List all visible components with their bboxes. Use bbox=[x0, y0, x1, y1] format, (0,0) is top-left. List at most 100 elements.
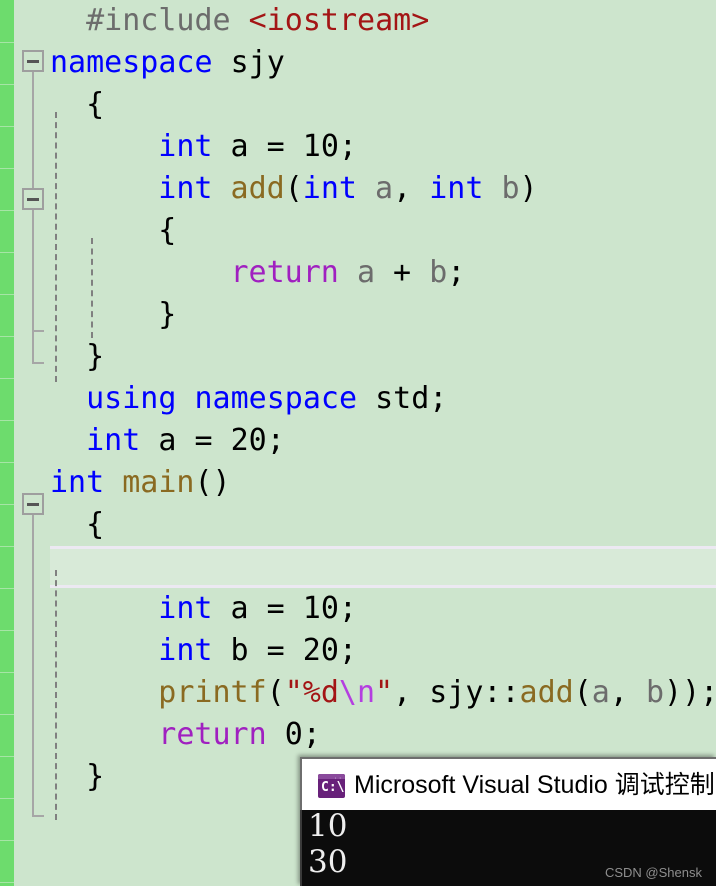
change-bar-seam bbox=[0, 252, 14, 253]
code-line[interactable]: int a = 20; bbox=[0, 420, 716, 462]
fold-gutter[interactable] bbox=[14, 0, 50, 886]
code-token: 0 bbox=[285, 717, 303, 752]
fold-rail-add-foot bbox=[32, 330, 44, 332]
code-token: , bbox=[610, 675, 646, 710]
code-token bbox=[357, 381, 375, 416]
code-token: 10 bbox=[303, 129, 339, 164]
change-bar-seam bbox=[0, 798, 14, 799]
code-token: return bbox=[158, 717, 266, 752]
code-line[interactable]: printf("%d\n", sjy::add(a, b)); bbox=[0, 672, 716, 714]
console-icon-glyph: C:\ bbox=[321, 779, 344, 797]
code-line[interactable]: #include <iostream> bbox=[0, 0, 716, 42]
fold-rail-main-foot bbox=[32, 815, 44, 817]
indent-guide-namespace bbox=[55, 112, 57, 382]
code-token bbox=[483, 171, 501, 206]
code-token: () bbox=[195, 465, 231, 500]
code-token: ( bbox=[285, 171, 303, 206]
code-token: " bbox=[285, 675, 303, 710]
code-line[interactable]: namespace sjy bbox=[0, 42, 716, 84]
code-token: ( bbox=[267, 675, 285, 710]
code-editor-surface[interactable]: #include <iostream>namespace sjy{int a =… bbox=[0, 0, 716, 886]
fold-namespace-sjy[interactable] bbox=[22, 50, 44, 72]
change-bar-seam bbox=[0, 840, 14, 841]
change-bar-seam bbox=[0, 588, 14, 589]
fold-function-add[interactable] bbox=[22, 188, 44, 210]
code-line[interactable]: } bbox=[0, 294, 716, 336]
code-token: } bbox=[86, 339, 104, 374]
code-token: sjy bbox=[231, 45, 285, 80]
code-token: int bbox=[158, 171, 212, 206]
visual-studio-screenshot: #include <iostream>namespace sjy{int a =… bbox=[0, 0, 716, 886]
code-token: using bbox=[86, 381, 176, 416]
code-token: 10 bbox=[303, 591, 339, 626]
code-line[interactable]: } bbox=[0, 336, 716, 378]
code-token: #include bbox=[86, 3, 249, 38]
indent-guide-add-body bbox=[91, 238, 93, 338]
code-token: } bbox=[86, 759, 104, 794]
code-token: return bbox=[231, 255, 339, 290]
change-bar-seam bbox=[0, 294, 14, 295]
fold-function-main[interactable] bbox=[22, 493, 44, 515]
code-token: { bbox=[86, 87, 104, 122]
fold-rail-main bbox=[32, 515, 34, 815]
code-token: ; bbox=[339, 591, 357, 626]
code-line[interactable]: { bbox=[0, 504, 716, 546]
code-line[interactable]: using namespace std; bbox=[0, 378, 716, 420]
code-token: printf bbox=[158, 675, 266, 710]
change-bar-seam bbox=[0, 546, 14, 547]
change-bar-seam bbox=[0, 504, 14, 505]
change-bar-seam bbox=[0, 420, 14, 421]
code-line[interactable]: int b = 20; bbox=[0, 630, 716, 672]
code-line[interactable]: { bbox=[0, 210, 716, 252]
code-token bbox=[212, 171, 230, 206]
code-token: b bbox=[501, 171, 519, 206]
code-token: , bbox=[393, 675, 429, 710]
code-token bbox=[213, 45, 231, 80]
code-token: 20 bbox=[231, 423, 267, 458]
code-token: sjy bbox=[429, 675, 483, 710]
console-title: Microsoft Visual Studio 调试控制台 bbox=[354, 769, 716, 801]
code-token: a bbox=[592, 675, 610, 710]
fold-rail-add bbox=[32, 210, 34, 330]
change-bar-seam bbox=[0, 882, 14, 883]
code-token: a = bbox=[212, 591, 302, 626]
code-token: namespace bbox=[194, 381, 357, 416]
code-token: int bbox=[50, 465, 104, 500]
change-bar-seam bbox=[0, 756, 14, 757]
code-token: int bbox=[303, 171, 357, 206]
change-bar-seam bbox=[0, 84, 14, 85]
change-indicator-bar bbox=[0, 0, 14, 886]
code-line[interactable]: int a = 10; bbox=[0, 588, 716, 630]
code-token: ( bbox=[574, 675, 592, 710]
console-prompt-icon: ·· C:\ bbox=[318, 774, 345, 798]
code-line[interactable]: int add(int a, int b) bbox=[0, 168, 716, 210]
code-line[interactable]: int a = 10; bbox=[0, 126, 716, 168]
code-token: " bbox=[375, 675, 393, 710]
code-token: \n bbox=[339, 675, 375, 710]
current-line-highlight bbox=[50, 546, 716, 588]
code-token: ; bbox=[339, 129, 357, 164]
change-bar-seam bbox=[0, 168, 14, 169]
code-line[interactable]: return a + b; bbox=[0, 252, 716, 294]
code-token: , bbox=[393, 171, 429, 206]
code-token: ; bbox=[447, 255, 465, 290]
code-token: ) bbox=[520, 171, 538, 206]
change-bar-seam bbox=[0, 672, 14, 673]
code-token: } bbox=[158, 297, 176, 332]
code-token: <iostream> bbox=[249, 3, 430, 38]
console-titlebar[interactable]: ·· C:\ Microsoft Visual Studio 调试控制台 bbox=[300, 757, 716, 810]
code-token: main bbox=[122, 465, 194, 500]
change-bar-seam bbox=[0, 378, 14, 379]
code-token: add bbox=[520, 675, 574, 710]
code-token: ; bbox=[267, 423, 285, 458]
change-bar-seam bbox=[0, 630, 14, 631]
console-output-line: 10 bbox=[308, 808, 347, 844]
debug-console-window[interactable]: ·· C:\ Microsoft Visual Studio 调试控制台 103… bbox=[300, 757, 716, 886]
change-bar-seam bbox=[0, 714, 14, 715]
code-line[interactable]: return 0; bbox=[0, 714, 716, 756]
code-token: int bbox=[158, 633, 212, 668]
csdn-watermark: CSDN @Shensk bbox=[605, 865, 702, 880]
code-line[interactable]: { bbox=[0, 84, 716, 126]
code-token bbox=[267, 717, 285, 752]
code-line[interactable]: int main() bbox=[0, 462, 716, 504]
